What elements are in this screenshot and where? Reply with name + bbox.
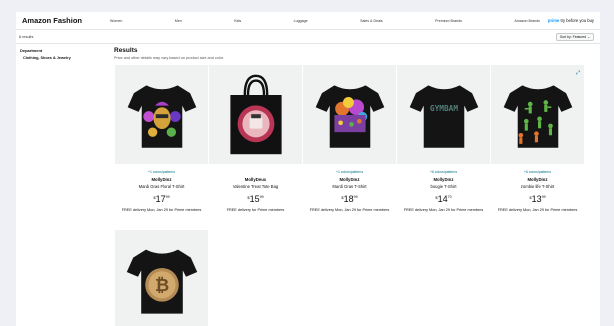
product-card[interactable]: ⤢ +6 colors/patterns MollyDmz zombie lif…: [491, 65, 584, 213]
expand-icon[interactable]: ⤢: [576, 70, 580, 76]
nav-women[interactable]: Women: [110, 19, 122, 23]
tshirt-gymbam-icon: GYMBAM: [409, 84, 478, 148]
product-image[interactable]: [209, 65, 302, 164]
product-title[interactable]: Mardi Gras T-Shirt: [303, 184, 396, 189]
delivery-info: FREE delivery Mon, Jan 29 for Prime memb…: [403, 208, 484, 212]
product-image[interactable]: ₿: [115, 230, 208, 326]
price-fraction: 70: [447, 195, 452, 199]
prime-rest: try before you buy: [559, 18, 594, 23]
results-header: Results Price and other details may vary…: [114, 47, 224, 60]
product-price: $1799: [115, 193, 208, 204]
price-whole: 18: [343, 194, 354, 204]
product-card[interactable]: ₿: [115, 230, 208, 326]
product-image[interactable]: [303, 65, 396, 164]
product-brand: MollyDmz: [433, 177, 454, 182]
top-nav: Amazon Fashion Women Men Kids Luggage Sa…: [16, 12, 600, 29]
product-brand: MollyDmz: [151, 177, 172, 182]
color-options-link[interactable]: +1 colors/patterns: [303, 170, 396, 175]
nav-links: Women Men Kids Luggage Sales & Deals Pre…: [110, 19, 548, 23]
shirt-print-text: GYMBAM: [429, 104, 457, 113]
color-options-link[interactable]: +6 colors/patterns: [491, 170, 584, 175]
price-fraction: 99: [259, 195, 264, 199]
department-heading: Department: [20, 48, 43, 53]
results-count: 6 results: [19, 34, 34, 39]
price-whole: 13: [531, 194, 542, 204]
delivery-info: FREE delivery Mon, Jan 29 for Prime memb…: [497, 208, 578, 212]
delivery-info: FREE delivery for Prime members: [226, 208, 285, 212]
sort-dropdown[interactable]: Sort by: Featured ⌄: [556, 32, 594, 41]
price-fraction: 99: [541, 195, 546, 199]
chevron-down-icon: ⌄: [587, 34, 590, 39]
nav-premium-brands[interactable]: Premium Brands: [435, 19, 462, 23]
tshirt-zombies-icon: [503, 84, 572, 148]
tshirt-mask-icon: [127, 84, 196, 148]
results-title: Results: [114, 47, 138, 54]
price-fraction: 99: [165, 195, 170, 199]
product-image[interactable]: ⤢: [491, 65, 584, 164]
product-card[interactable]: +1 colors/patterns MollyDmz Mardi Gras T…: [303, 65, 396, 213]
color-options-link[interactable]: +1 colors/patterns: [115, 170, 208, 175]
product-title[interactable]: Valentine Treat Tote Bag: [209, 184, 302, 189]
product-image[interactable]: [115, 65, 208, 164]
product-card[interactable]: +1 colors/patterns MollyDmz Mardi Gras F…: [115, 65, 208, 213]
product-title[interactable]: bougie T-Shirt: [397, 184, 490, 189]
sort-label: Sort by: Featured: [560, 34, 587, 39]
product-price: $1599: [209, 193, 302, 204]
product-price: $1470: [397, 193, 490, 204]
prime-try-before-you-buy[interactable]: prime try before you buy: [548, 18, 594, 23]
sidebar: Department Clothing, Shoes & Jewelry: [20, 48, 108, 60]
delivery-info: FREE delivery Mon, Jan 29 for Prime memb…: [309, 208, 390, 212]
product-title[interactable]: Mardi Gras Floral T-Shirt: [115, 184, 208, 189]
price-whole: 17: [155, 194, 166, 204]
page-frame: Amazon Fashion Women Men Kids Luggage Sa…: [16, 12, 600, 326]
department-item[interactable]: Clothing, Shoes & Jewelry: [20, 56, 108, 60]
nav-luggage[interactable]: Luggage: [294, 19, 308, 23]
nav-amazon-brands[interactable]: Amazon Brands: [514, 19, 540, 23]
product-brand: MollyDmz: [527, 177, 548, 182]
nav-sales-deals[interactable]: Sales & Deals: [360, 19, 383, 23]
results-bar: 6 results Sort by: Featured ⌄: [16, 29, 600, 44]
svg-text:₿: ₿: [154, 276, 168, 296]
nav-men[interactable]: Men: [175, 19, 182, 23]
product-price: $1899: [303, 193, 396, 204]
prime-word: prime: [547, 18, 560, 23]
product-price: $1399: [491, 193, 584, 204]
price-whole: 15: [249, 194, 260, 204]
tshirt-bitcoin-icon: ₿: [126, 249, 197, 314]
product-brand: MollyDmz: [339, 177, 360, 182]
results-subtitle: Price and other details may vary based o…: [114, 56, 224, 60]
product-title[interactable]: zombie life T-Shirt: [491, 184, 584, 189]
color-options-link[interactable]: +6 colors/patterns: [397, 170, 490, 175]
product-card[interactable]: GYMBAM +6 colors/patterns MollyDmz bougi…: [397, 65, 490, 213]
color-options-link[interactable]: [209, 170, 302, 175]
price-fraction: 99: [353, 195, 358, 199]
tote-bag-icon: [229, 74, 282, 154]
delivery-info: FREE delivery Mon, Jan 29 for Prime memb…: [121, 208, 202, 212]
product-brand: MollyDeux: [244, 177, 267, 182]
tshirt-parade-icon: [315, 84, 384, 148]
price-whole: 14: [437, 194, 448, 204]
store-logo[interactable]: Amazon Fashion: [22, 16, 82, 25]
product-image[interactable]: GYMBAM: [397, 65, 490, 164]
nav-kids[interactable]: Kids: [234, 19, 241, 23]
product-card[interactable]: MollyDeux Valentine Treat Tote Bag $1599…: [209, 65, 302, 213]
